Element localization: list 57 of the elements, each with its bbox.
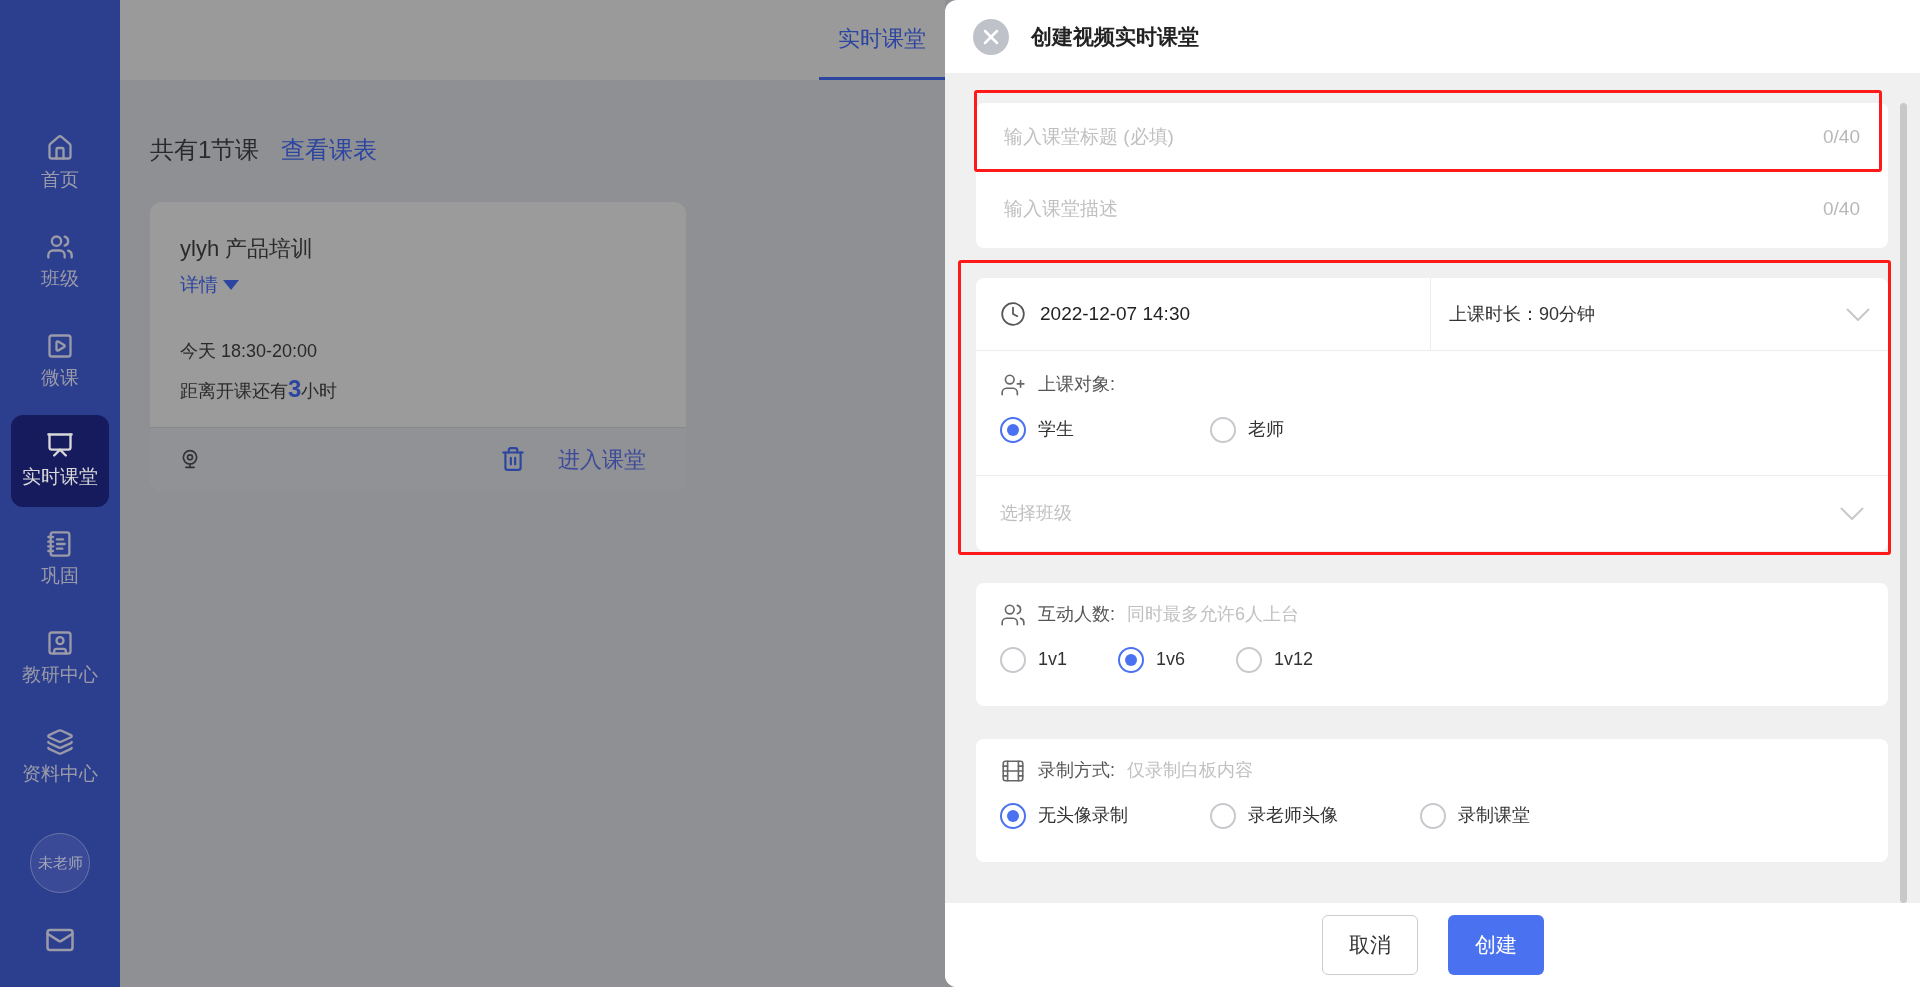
input-field[interactable]: 输入课堂标题 (必填) bbox=[1004, 122, 1823, 152]
start-time[interactable]: 2022-12-07 14:30 bbox=[1040, 299, 1190, 329]
option-label: 互动人数: bbox=[1038, 603, 1115, 626]
sidebar-icon bbox=[46, 628, 74, 657]
radio-option[interactable]: 1v1 bbox=[1000, 646, 1118, 673]
chevron-down-icon bbox=[1846, 307, 1870, 321]
radio-option[interactable]: 1v12 bbox=[1236, 646, 1354, 673]
clock-icon bbox=[1000, 301, 1026, 327]
film-reel-icon bbox=[1000, 757, 1026, 784]
radio-option[interactable]: 无头像录制 bbox=[1000, 802, 1210, 829]
radio-option[interactable]: 录制课堂 bbox=[1420, 802, 1630, 829]
trash-icon[interactable] bbox=[500, 446, 526, 472]
text-field[interactable]: 输入课堂标题 (必填) 0/40 bbox=[976, 103, 1888, 171]
sidebar-icon bbox=[46, 232, 74, 261]
lesson-title: ylyh 产品培训 bbox=[180, 235, 315, 263]
lesson-time: 今天 18:30-20:00 bbox=[180, 339, 319, 363]
sidebar-icon bbox=[46, 529, 74, 558]
sidebar-item[interactable]: 教研中心 bbox=[11, 613, 109, 705]
create-button[interactable]: 创建 bbox=[1447, 915, 1544, 975]
schedule-link[interactable]: 查看课表 bbox=[281, 132, 378, 168]
details-toggle[interactable]: 详情 bbox=[180, 271, 240, 300]
char-counter: 0/40 bbox=[1823, 124, 1860, 149]
radio-option[interactable]: 学生 bbox=[1000, 416, 1210, 443]
sidebar-item[interactable]: 班级 bbox=[11, 217, 109, 309]
radio-option[interactable]: 老师 bbox=[1210, 416, 1420, 443]
users-icon bbox=[1000, 601, 1026, 628]
audience-label: 上课对象: bbox=[1038, 373, 1115, 396]
option-hint: 同时最多允许6人上台 bbox=[1127, 603, 1300, 626]
sidebar-item[interactable]: 首页 bbox=[11, 118, 109, 210]
enter-classroom-button[interactable]: 进入课堂 bbox=[558, 442, 646, 476]
sidebar-item[interactable]: 资料中心 bbox=[11, 712, 109, 804]
input-field[interactable]: 输入课堂描述 bbox=[1004, 195, 1823, 224]
text-field[interactable]: 输入课堂描述 0/40 bbox=[976, 171, 1888, 248]
sidebar-item[interactable]: 微课 bbox=[11, 316, 109, 408]
sidebar-icon bbox=[46, 133, 74, 162]
webcam-icon bbox=[180, 449, 200, 469]
sidebar-icon bbox=[46, 430, 74, 459]
countdown-text: 距离开课还有3小时 bbox=[180, 373, 339, 404]
caret-icon bbox=[222, 279, 240, 292]
chevron-down-icon bbox=[1840, 507, 1864, 520]
cancel-button[interactable]: 取消 bbox=[1321, 915, 1418, 975]
radio-option[interactable]: 1v6 bbox=[1118, 646, 1236, 673]
radio-option[interactable]: 录老师头像 bbox=[1210, 802, 1420, 829]
user-plus-icon bbox=[1000, 371, 1026, 398]
char-counter: 0/40 bbox=[1823, 197, 1860, 222]
lesson-count: 共有1节课 bbox=[150, 135, 260, 165]
sidebar-item[interactable]: 实时课堂 bbox=[11, 415, 109, 507]
option-hint: 仅录制白板内容 bbox=[1127, 759, 1253, 782]
sidebar-icon bbox=[46, 727, 74, 756]
duration-select[interactable]: 上课时长：90分钟 bbox=[1431, 278, 1888, 350]
close-button[interactable] bbox=[973, 18, 1009, 55]
sidebar-icon bbox=[46, 331, 74, 360]
avatar[interactable]: 未老师 bbox=[30, 833, 90, 893]
class-select[interactable]: 选择班级 bbox=[976, 476, 1888, 551]
option-label: 录制方式: bbox=[1038, 759, 1115, 782]
dialog-title: 创建视频实时课堂 bbox=[1031, 23, 1199, 50]
sidebar-item[interactable]: 巩固 bbox=[11, 514, 109, 606]
